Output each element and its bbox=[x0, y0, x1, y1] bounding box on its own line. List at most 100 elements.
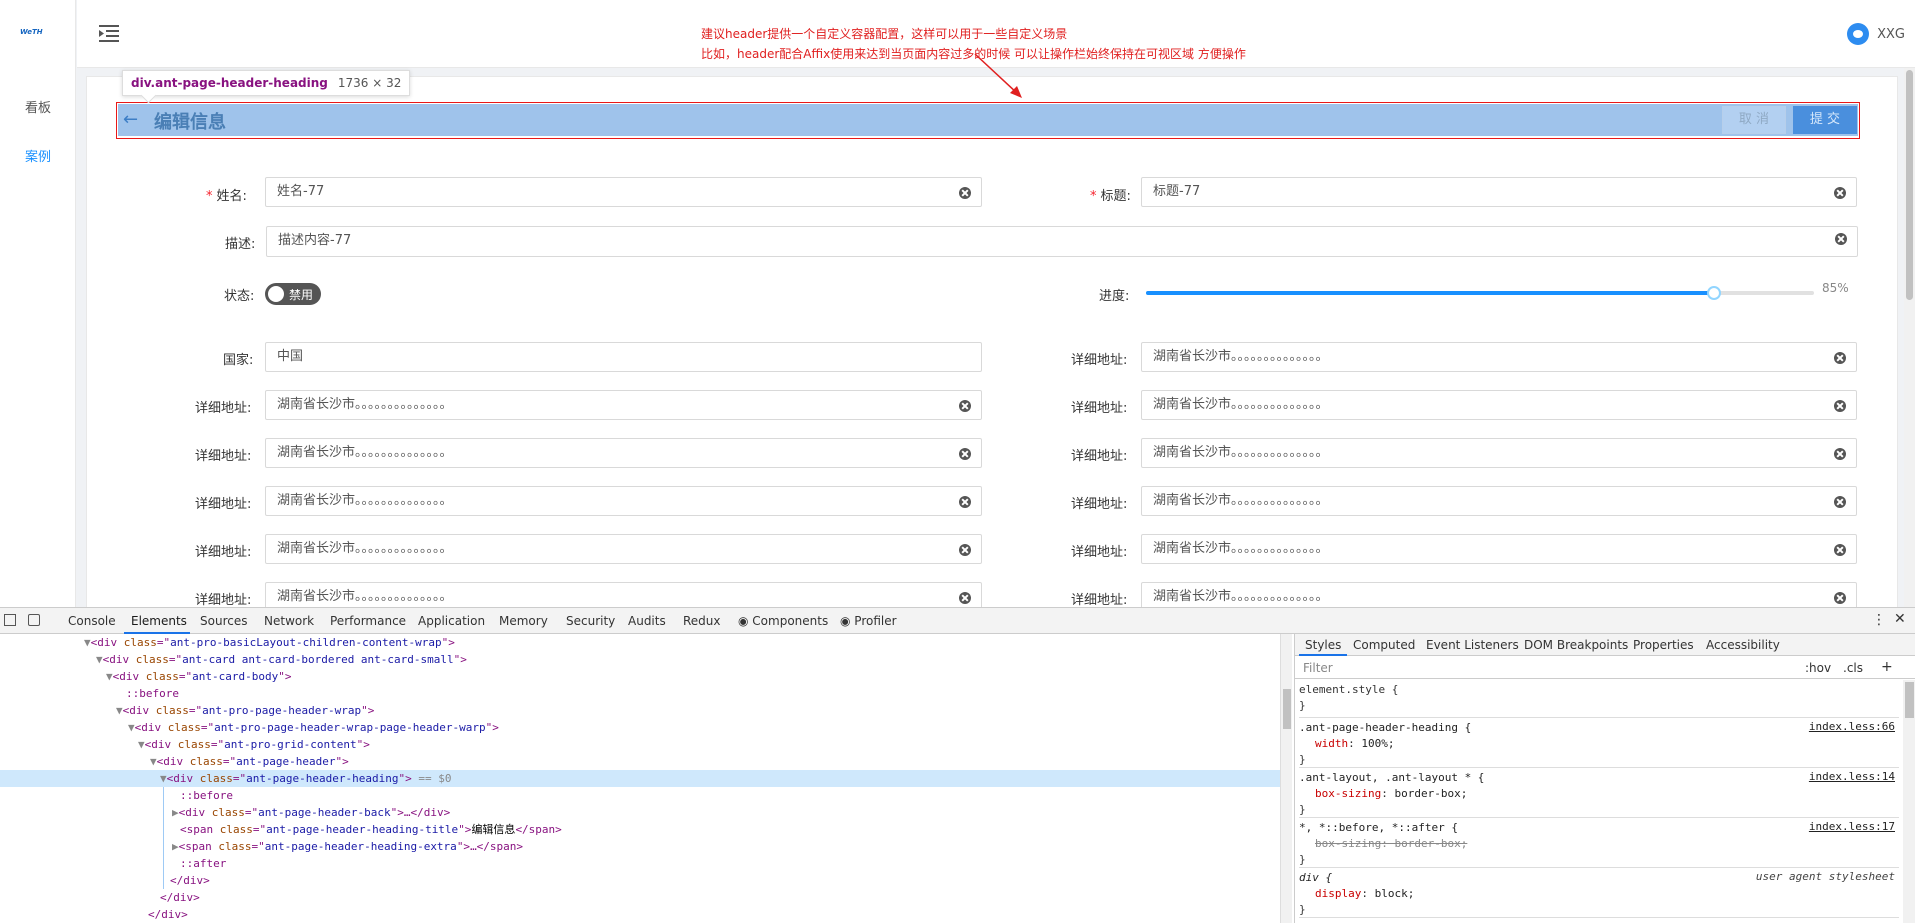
dom-node[interactable]: <span class="ant-page-header-heading-tit… bbox=[0, 821, 1280, 838]
clear-icon[interactable] bbox=[959, 544, 971, 556]
tab-sources[interactable]: Sources bbox=[200, 614, 247, 628]
address-input[interactable]: 湖南省长沙市。。。。。。。。。。。。。。 bbox=[265, 582, 982, 607]
address-input[interactable]: 湖南省长沙市。。。。。。。。。。。。。。 bbox=[1141, 534, 1857, 564]
hov-toggle[interactable]: :hov bbox=[1805, 661, 1831, 675]
tab-components[interactable]: ◉ Components bbox=[738, 614, 828, 628]
address-input[interactable]: 湖南省长沙市。。。。。。。。。。。。。。 bbox=[1141, 582, 1857, 607]
dom-pseudo[interactable]: ::after bbox=[0, 855, 1280, 872]
dom-node[interactable]: ▼<div class="ant-pro-grid-content"> bbox=[0, 736, 1280, 753]
dom-pseudo[interactable]: ::before bbox=[0, 787, 1280, 804]
rule-declaration[interactable]: width: 100%; bbox=[1315, 736, 1395, 752]
tab-application[interactable]: Application bbox=[418, 614, 485, 628]
progress-slider[interactable] bbox=[1146, 286, 1814, 300]
address-input[interactable]: 湖南省长沙市。。。。。。。。。。。。。。 bbox=[1141, 486, 1857, 516]
menu-item-dashboard[interactable]: 看板 bbox=[0, 97, 76, 116]
dom-node[interactable]: ▶<div class="ant-page-header-back">…</di… bbox=[0, 804, 1280, 821]
address-input[interactable]: 湖南省长沙市。。。。。。。。。。。。。。 bbox=[265, 390, 982, 420]
name-input[interactable]: 姓名-77 bbox=[265, 177, 982, 207]
cls-toggle[interactable]: .cls bbox=[1843, 661, 1863, 675]
title-input[interactable]: 标题-77 bbox=[1141, 177, 1857, 207]
tab-redux[interactable]: Redux bbox=[683, 614, 721, 628]
address-input[interactable]: 湖南省长沙市。。。。。。。。。。。。。。 bbox=[265, 438, 982, 468]
tab-event-listeners[interactable]: Event Listeners bbox=[1426, 638, 1519, 652]
rule-source[interactable]: index.less:17 bbox=[1809, 820, 1895, 833]
dom-node-selected[interactable]: ▼<div class="ant-page-header-heading"> =… bbox=[0, 770, 1280, 787]
rule-source[interactable]: index.less:66 bbox=[1809, 720, 1895, 733]
page-scrollbar[interactable] bbox=[1904, 68, 1915, 607]
tab-profiler[interactable]: ◉ Profiler bbox=[840, 614, 897, 628]
clear-icon[interactable] bbox=[1835, 233, 1847, 245]
dom-node[interactable]: ▶<span class="ant-page-header-heading-ex… bbox=[0, 838, 1280, 855]
clear-icon[interactable] bbox=[959, 448, 971, 460]
address-input[interactable]: 湖南省长沙市。。。。。。。。。。。。。。 bbox=[1141, 342, 1857, 372]
tab-performance[interactable]: Performance bbox=[330, 614, 406, 628]
tab-dom-breakpoints[interactable]: DOM Breakpoints bbox=[1524, 638, 1628, 652]
dom-node[interactable]: ▼<div class="ant-pro-page-header-wrap"> bbox=[0, 702, 1280, 719]
dom-close-tag[interactable]: </div> bbox=[0, 906, 1280, 923]
address-input[interactable]: 湖南省长沙市。。。。。。。。。。。。。。 bbox=[265, 486, 982, 516]
clear-icon[interactable] bbox=[1834, 448, 1846, 460]
tab-audits[interactable]: Audits bbox=[628, 614, 666, 628]
clear-icon[interactable] bbox=[1834, 352, 1846, 364]
clear-icon[interactable] bbox=[1834, 592, 1846, 604]
rule-selector[interactable]: div { bbox=[1299, 870, 1332, 886]
description-textarea[interactable]: 描述内容-77 bbox=[266, 226, 1858, 257]
clear-icon[interactable] bbox=[959, 496, 971, 508]
scrollbar-thumb[interactable] bbox=[1905, 682, 1914, 718]
menu-fold-icon[interactable] bbox=[99, 25, 119, 42]
dom-node[interactable]: ▼<div class="ant-card-body"> bbox=[0, 668, 1280, 685]
dom-node[interactable]: ▼<div class="ant-card ant-card-bordered … bbox=[0, 651, 1280, 668]
clear-icon[interactable] bbox=[959, 400, 971, 412]
progress-label: 进度: bbox=[1099, 289, 1130, 304]
scrollbar-thumb[interactable] bbox=[1283, 689, 1291, 729]
tab-security[interactable]: Security bbox=[566, 614, 615, 628]
dom-pseudo[interactable]: ::before bbox=[0, 685, 1280, 702]
address-input[interactable]: 湖南省长沙市。。。。。。。。。。。。。。 bbox=[1141, 438, 1857, 468]
clear-icon[interactable] bbox=[959, 592, 971, 604]
tab-network[interactable]: Network bbox=[264, 614, 314, 628]
clear-icon[interactable] bbox=[1834, 187, 1846, 199]
rule-selector[interactable]: .ant-layout, .ant-layout * { bbox=[1299, 770, 1484, 786]
filter-input[interactable]: Filter bbox=[1303, 661, 1333, 675]
address-label: 详细地址: bbox=[1071, 353, 1128, 368]
dom-node[interactable]: ▼<div class="ant-page-header"> bbox=[0, 753, 1280, 770]
tab-console[interactable]: Console bbox=[68, 614, 116, 628]
tab-elements[interactable]: Elements bbox=[131, 614, 187, 628]
tab-memory[interactable]: Memory bbox=[499, 614, 548, 628]
rule-selector[interactable]: .ant-page-header-heading { bbox=[1299, 720, 1471, 736]
country-select[interactable]: 中国 bbox=[265, 342, 982, 372]
dom-scrollbar[interactable] bbox=[1280, 634, 1292, 923]
rule-source[interactable]: index.less:14 bbox=[1809, 770, 1895, 783]
dom-node[interactable]: ▼<div class="ant-pro-basicLayout-childre… bbox=[0, 634, 1280, 651]
address-input[interactable]: 湖南省长沙市。。。。。。。。。。。。。。 bbox=[1141, 390, 1857, 420]
status-switch[interactable]: 禁用 bbox=[265, 283, 321, 305]
rule-declaration[interactable]: box-sizing: border-box; bbox=[1315, 786, 1467, 802]
dom-close-tag[interactable]: </div> bbox=[0, 889, 1280, 906]
close-icon[interactable]: ✕ bbox=[1894, 611, 1906, 627]
dom-node[interactable]: ▼<div class="ant-pro-page-header-wrap-pa… bbox=[0, 719, 1280, 736]
new-rule-button[interactable]: + bbox=[1881, 659, 1893, 675]
menu-item-cases[interactable]: 案例 bbox=[0, 146, 76, 165]
dom-close-tag[interactable]: </div> bbox=[0, 872, 1280, 889]
clear-icon[interactable] bbox=[1834, 544, 1846, 556]
slider-handle[interactable] bbox=[1706, 286, 1721, 300]
more-icon[interactable]: ⋮ bbox=[1872, 612, 1886, 628]
address-input[interactable]: 湖南省长沙市。。。。。。。。。。。。。。 bbox=[265, 534, 982, 564]
rule-declaration[interactable]: display: block; bbox=[1315, 886, 1414, 902]
rule-selector[interactable]: element.style { bbox=[1299, 682, 1398, 698]
rule-declaration-overridden[interactable]: box-sizing: border-box; bbox=[1315, 836, 1467, 852]
app-window: WeTH 看板 案例 建议header提供一个自定义容器配置，这样可以用于一些自… bbox=[0, 0, 1915, 607]
tab-styles[interactable]: Styles bbox=[1305, 638, 1341, 652]
tab-computed[interactable]: Computed bbox=[1353, 638, 1415, 652]
rule-selector[interactable]: *, *::before, *::after { bbox=[1299, 820, 1458, 836]
user-menu[interactable]: XXG bbox=[1847, 22, 1905, 46]
tab-properties[interactable]: Properties bbox=[1633, 638, 1694, 652]
device-toolbar-icon[interactable] bbox=[28, 614, 40, 626]
inspect-element-icon[interactable] bbox=[4, 614, 16, 626]
clear-icon[interactable] bbox=[1834, 496, 1846, 508]
styles-scrollbar[interactable] bbox=[1903, 680, 1915, 923]
clear-icon[interactable] bbox=[959, 187, 971, 199]
clear-icon[interactable] bbox=[1834, 400, 1846, 412]
scrollbar-thumb[interactable] bbox=[1906, 70, 1913, 300]
tab-accessibility[interactable]: Accessibility bbox=[1706, 638, 1780, 652]
